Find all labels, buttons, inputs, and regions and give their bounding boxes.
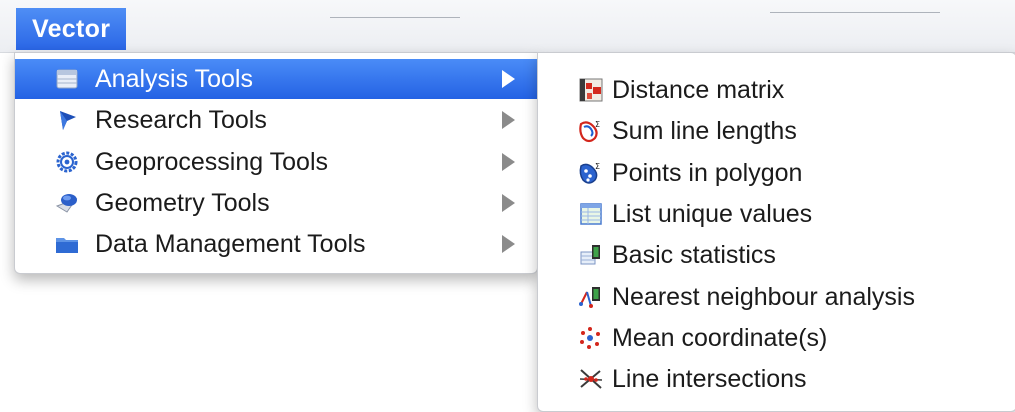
submenu-arrow-icon xyxy=(502,194,515,212)
vector-menu: Analysis Tools Research Tools Geoprocess… xyxy=(14,52,538,274)
menu-item-label: Analysis Tools xyxy=(95,64,253,93)
table-icon xyxy=(55,67,79,91)
folder-icon xyxy=(55,232,79,256)
submenu-item-label: Distance matrix xyxy=(612,75,785,104)
submenu-item-line-intersections[interactable]: Line intersections xyxy=(538,359,1015,399)
menu-item-label: Geoprocessing Tools xyxy=(95,147,329,176)
submenu-item-label: Nearest neighbour analysis xyxy=(612,282,915,311)
menu-item-analysis-tools[interactable]: Analysis Tools xyxy=(15,59,537,99)
research-icon xyxy=(55,108,79,132)
submenu-item-label: Mean coordinate(s) xyxy=(612,323,828,352)
submenu-item-points-in-polygon[interactable]: Σ Points in polygon xyxy=(538,153,1015,193)
submenu-item-label: Basic statistics xyxy=(612,240,776,269)
submenu-arrow-icon xyxy=(502,111,515,129)
submenu-item-label: Line intersections xyxy=(612,364,807,393)
menu-item-geoprocessing-tools[interactable]: Geoprocessing Tools xyxy=(15,142,537,182)
menu-item-label: Research Tools xyxy=(95,105,267,134)
list-unique-values-icon xyxy=(576,199,606,229)
submenu-arrow-icon xyxy=(502,70,515,88)
svg-text:Σ: Σ xyxy=(595,162,600,171)
menu-item-research-tools[interactable]: Research Tools xyxy=(15,100,537,140)
submenu-item-label: Sum line lengths xyxy=(612,116,797,145)
menu-item-data-management-tools[interactable]: Data Management Tools xyxy=(15,224,537,264)
analysis-tools-submenu: Distance matrix Σ Sum line lengths Σ Poi… xyxy=(537,52,1015,412)
points-in-polygon-icon: Σ xyxy=(576,158,606,188)
nearest-neighbour-icon xyxy=(576,282,606,312)
menu-item-label: Geometry Tools xyxy=(95,188,270,217)
distance-matrix-icon xyxy=(576,75,606,105)
submenu-item-basic-statistics[interactable]: Basic statistics xyxy=(538,235,1015,275)
line-intersections-icon xyxy=(576,364,606,394)
submenu-arrow-icon xyxy=(502,153,515,171)
basic-statistics-icon xyxy=(576,240,606,270)
gear-icon xyxy=(55,150,79,174)
menu-item-label: Data Management Tools xyxy=(95,229,366,258)
sum-line-lengths-icon: Σ xyxy=(576,116,606,146)
menubar-divider xyxy=(330,17,460,18)
submenu-item-nearest-neighbour-analysis[interactable]: Nearest neighbour analysis xyxy=(538,277,1015,317)
submenu-item-sum-line-lengths[interactable]: Σ Sum line lengths xyxy=(538,111,1015,151)
submenu-item-mean-coordinates[interactable]: Mean coordinate(s) xyxy=(538,318,1015,358)
mean-coordinates-icon xyxy=(576,323,606,353)
vector-menu-title[interactable]: Vector xyxy=(16,8,127,50)
geometry-icon xyxy=(55,191,79,215)
submenu-item-label: List unique values xyxy=(612,199,813,228)
submenu-item-label: Points in polygon xyxy=(612,158,803,187)
menubar: Vector xyxy=(0,0,1015,53)
submenu-item-list-unique-values[interactable]: List unique values xyxy=(538,194,1015,234)
submenu-item-distance-matrix[interactable]: Distance matrix xyxy=(538,70,1015,110)
menubar-divider xyxy=(770,12,940,13)
submenu-arrow-icon xyxy=(502,235,515,253)
svg-text:Σ: Σ xyxy=(595,120,600,129)
menu-item-geometry-tools[interactable]: Geometry Tools xyxy=(15,183,537,223)
